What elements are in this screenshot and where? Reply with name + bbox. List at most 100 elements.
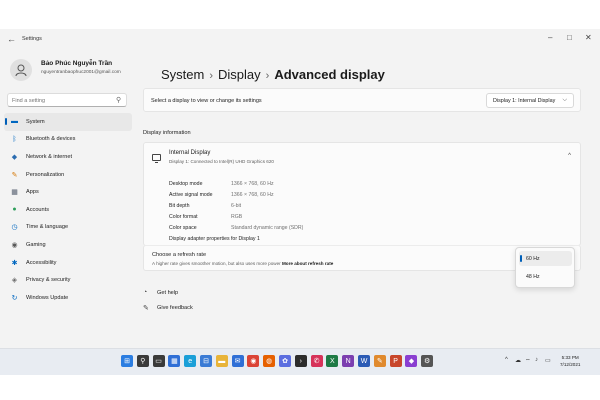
window-title: Settings	[22, 36, 42, 42]
volume-icon[interactable]: ♪	[535, 357, 538, 363]
back-arrow-icon[interactable]: ←	[7, 34, 16, 44]
powerpoint-icon[interactable]: P	[389, 355, 402, 367]
display-subtitle: Display 1: Connected to Intel(R) UHD Gra…	[169, 159, 274, 164]
sidebar-item-apps[interactable]: ▦ Apps	[4, 183, 132, 201]
user-name: Bảo Phúc Nguyễn Trần	[41, 60, 113, 67]
display-adapter-properties-link[interactable]: Display adapter properties for Display 1	[169, 233, 303, 244]
monitor-icon: ▬	[11, 118, 18, 126]
refresh-rate-title: Choose a refresh rate	[152, 252, 207, 258]
display-name: Internal Display	[169, 150, 211, 156]
property-key: Color format	[169, 213, 198, 220]
get-help-link[interactable]: ◔ Get help	[143, 289, 178, 296]
excel-icon[interactable]: X	[326, 355, 339, 367]
sidebar-item-gaming[interactable]: ◉ Gaming	[4, 236, 132, 254]
sidebar-item-bluetooth-devices[interactable]: ᛒ Bluetooth & devices	[4, 131, 132, 149]
property-value: Standard dynamic range (SDR)	[231, 224, 304, 231]
refresh-rate-description: A higher rate gives smoother motion, but…	[152, 261, 333, 266]
search-icon: ⚲	[115, 97, 121, 104]
user-email: nguyentranbaophuc2001@gmail.com	[41, 70, 121, 75]
update-icon: ↻	[11, 294, 18, 302]
display-selector-label: Select a display to view or change its s…	[151, 98, 262, 104]
apps-icon: ▦	[11, 189, 18, 197]
onedrive-cloud-icon[interactable]: ☁	[515, 357, 521, 364]
display-select-dropdown[interactable]: Display 1: Internal Display ⌵	[486, 93, 574, 108]
task-view-icon[interactable]: ▭	[152, 355, 165, 367]
sidebar-item-personalization[interactable]: ✎ Personalization	[4, 166, 132, 184]
search-input[interactable]	[12, 96, 108, 105]
brush-icon: ✎	[11, 171, 18, 179]
breadcrumb-separator: ›	[265, 70, 270, 82]
breadcrumb-display[interactable]: Display	[218, 67, 261, 82]
property-key: Desktop mode	[169, 180, 203, 187]
sidebar-item-label: Network & internet	[26, 153, 73, 160]
chevron-down-icon: ⌵	[562, 97, 567, 103]
sidebar-item-label: Apps	[26, 189, 39, 196]
display-properties: Desktop mode 1366 × 768, 60 Hz Active sign…	[169, 178, 303, 244]
paint-icon[interactable]: ✎	[373, 355, 386, 367]
more-about-refresh-link[interactable]: More about refresh rate	[282, 261, 333, 266]
sidebar-item-label: Bluetooth & devices	[26, 136, 76, 143]
terminal-icon[interactable]: ›	[294, 355, 307, 367]
store-icon[interactable]: ⊟	[200, 355, 212, 367]
sidebar-item-label: Windows Update	[26, 294, 69, 301]
firefox-icon[interactable]: ◍	[263, 355, 276, 367]
app-badge-icon[interactable]: ◆	[405, 355, 418, 367]
messenger-icon[interactable]: ✆	[310, 355, 323, 367]
maximize-button[interactable]: □	[567, 33, 572, 42]
search-icon[interactable]: ⚲	[136, 355, 149, 367]
search-box[interactable]: ⚲	[7, 93, 127, 107]
minimize-button[interactable]: –	[548, 33, 552, 42]
taskbar-clock[interactable]: 5:33 PM 7/12/2021	[560, 354, 580, 368]
property-value: 1366 × 768, 60 Hz	[231, 191, 274, 198]
wifi-icon[interactable]: ⌔	[525, 357, 531, 365]
breadcrumb: System › Display › Advanced display	[161, 67, 385, 82]
sidebar-item-network-internet[interactable]: ◆ Network & internet	[4, 148, 132, 166]
widgets-icon[interactable]: ▦	[168, 355, 181, 367]
sidebar-item-label: Accessibility	[26, 259, 57, 266]
property-row: Desktop mode 1366 × 768, 60 Hz	[169, 178, 303, 189]
property-key: Bit depth	[169, 202, 190, 209]
show-hidden-icons-icon[interactable]: ^	[505, 357, 508, 363]
sidebar-item-privacy-security[interactable]: ◈ Privacy & security	[4, 271, 132, 289]
edge-icon[interactable]: e	[184, 355, 197, 367]
property-key: Color space	[169, 224, 197, 231]
refresh-rate-subtitle: A higher rate gives smoother motion, but…	[152, 261, 281, 266]
file-explorer-icon[interactable]: ▬	[215, 355, 228, 367]
globe-clock-icon: ◷	[11, 224, 18, 232]
property-row: Bit depth 6-bit	[169, 200, 303, 211]
settings-gear-icon[interactable]: ⚙	[421, 355, 434, 367]
refresh-option-48hz[interactable]: 48 Hz	[519, 269, 572, 284]
breadcrumb-separator: ›	[209, 70, 214, 82]
give-feedback-link[interactable]: ✎ Give feedback	[143, 304, 193, 312]
photos-icon[interactable]: ✿	[279, 355, 291, 367]
chrome-icon[interactable]: ◉	[247, 355, 260, 367]
close-button[interactable]: ✕	[585, 33, 592, 42]
breadcrumb-system[interactable]: System	[161, 67, 204, 82]
word-icon[interactable]: W	[358, 355, 370, 367]
page-title: Advanced display	[274, 67, 385, 82]
chevron-up-icon[interactable]: ^	[568, 153, 571, 159]
display-select-value: Display 1: Internal Display	[493, 97, 556, 104]
sidebar-item-accounts[interactable]: ● Accounts	[4, 201, 132, 219]
property-row: Active signal mode 1366 × 768, 60 Hz	[169, 189, 303, 200]
refresh-option-60hz[interactable]: 60 Hz	[519, 251, 572, 266]
sidebar-item-accessibility[interactable]: ✱ Accessibility	[4, 254, 132, 272]
battery-icon[interactable]: ▭	[545, 357, 551, 364]
monitor-icon	[152, 154, 161, 163]
sidebar-item-time-language[interactable]: ◷ Time & language	[4, 219, 132, 237]
onenote-icon[interactable]: N	[342, 355, 355, 367]
sidebar-item-system[interactable]: ▬ System	[4, 113, 132, 131]
avatar[interactable]	[10, 59, 32, 81]
property-value: 6-bit	[231, 202, 242, 209]
property-key: Active signal mode	[169, 191, 213, 198]
display-selector-card: Select a display to view or change its s…	[143, 88, 581, 112]
windows-start-icon[interactable]: ⊞	[121, 355, 133, 367]
wifi-icon: ◆	[11, 153, 18, 161]
property-row: Color space Standard dynamic range (SDR)	[169, 222, 303, 233]
property-value: RGB	[231, 213, 243, 220]
refresh-rate-dropdown[interactable]: 60 Hz 48 Hz	[515, 247, 575, 288]
sidebar-item-windows-update[interactable]: ↻ Windows Update	[4, 289, 132, 307]
mail-icon[interactable]: ✉	[231, 355, 244, 367]
property-value: 1366 × 768, 60 Hz	[231, 180, 274, 187]
sidebar-item-label: Gaming	[26, 241, 46, 248]
